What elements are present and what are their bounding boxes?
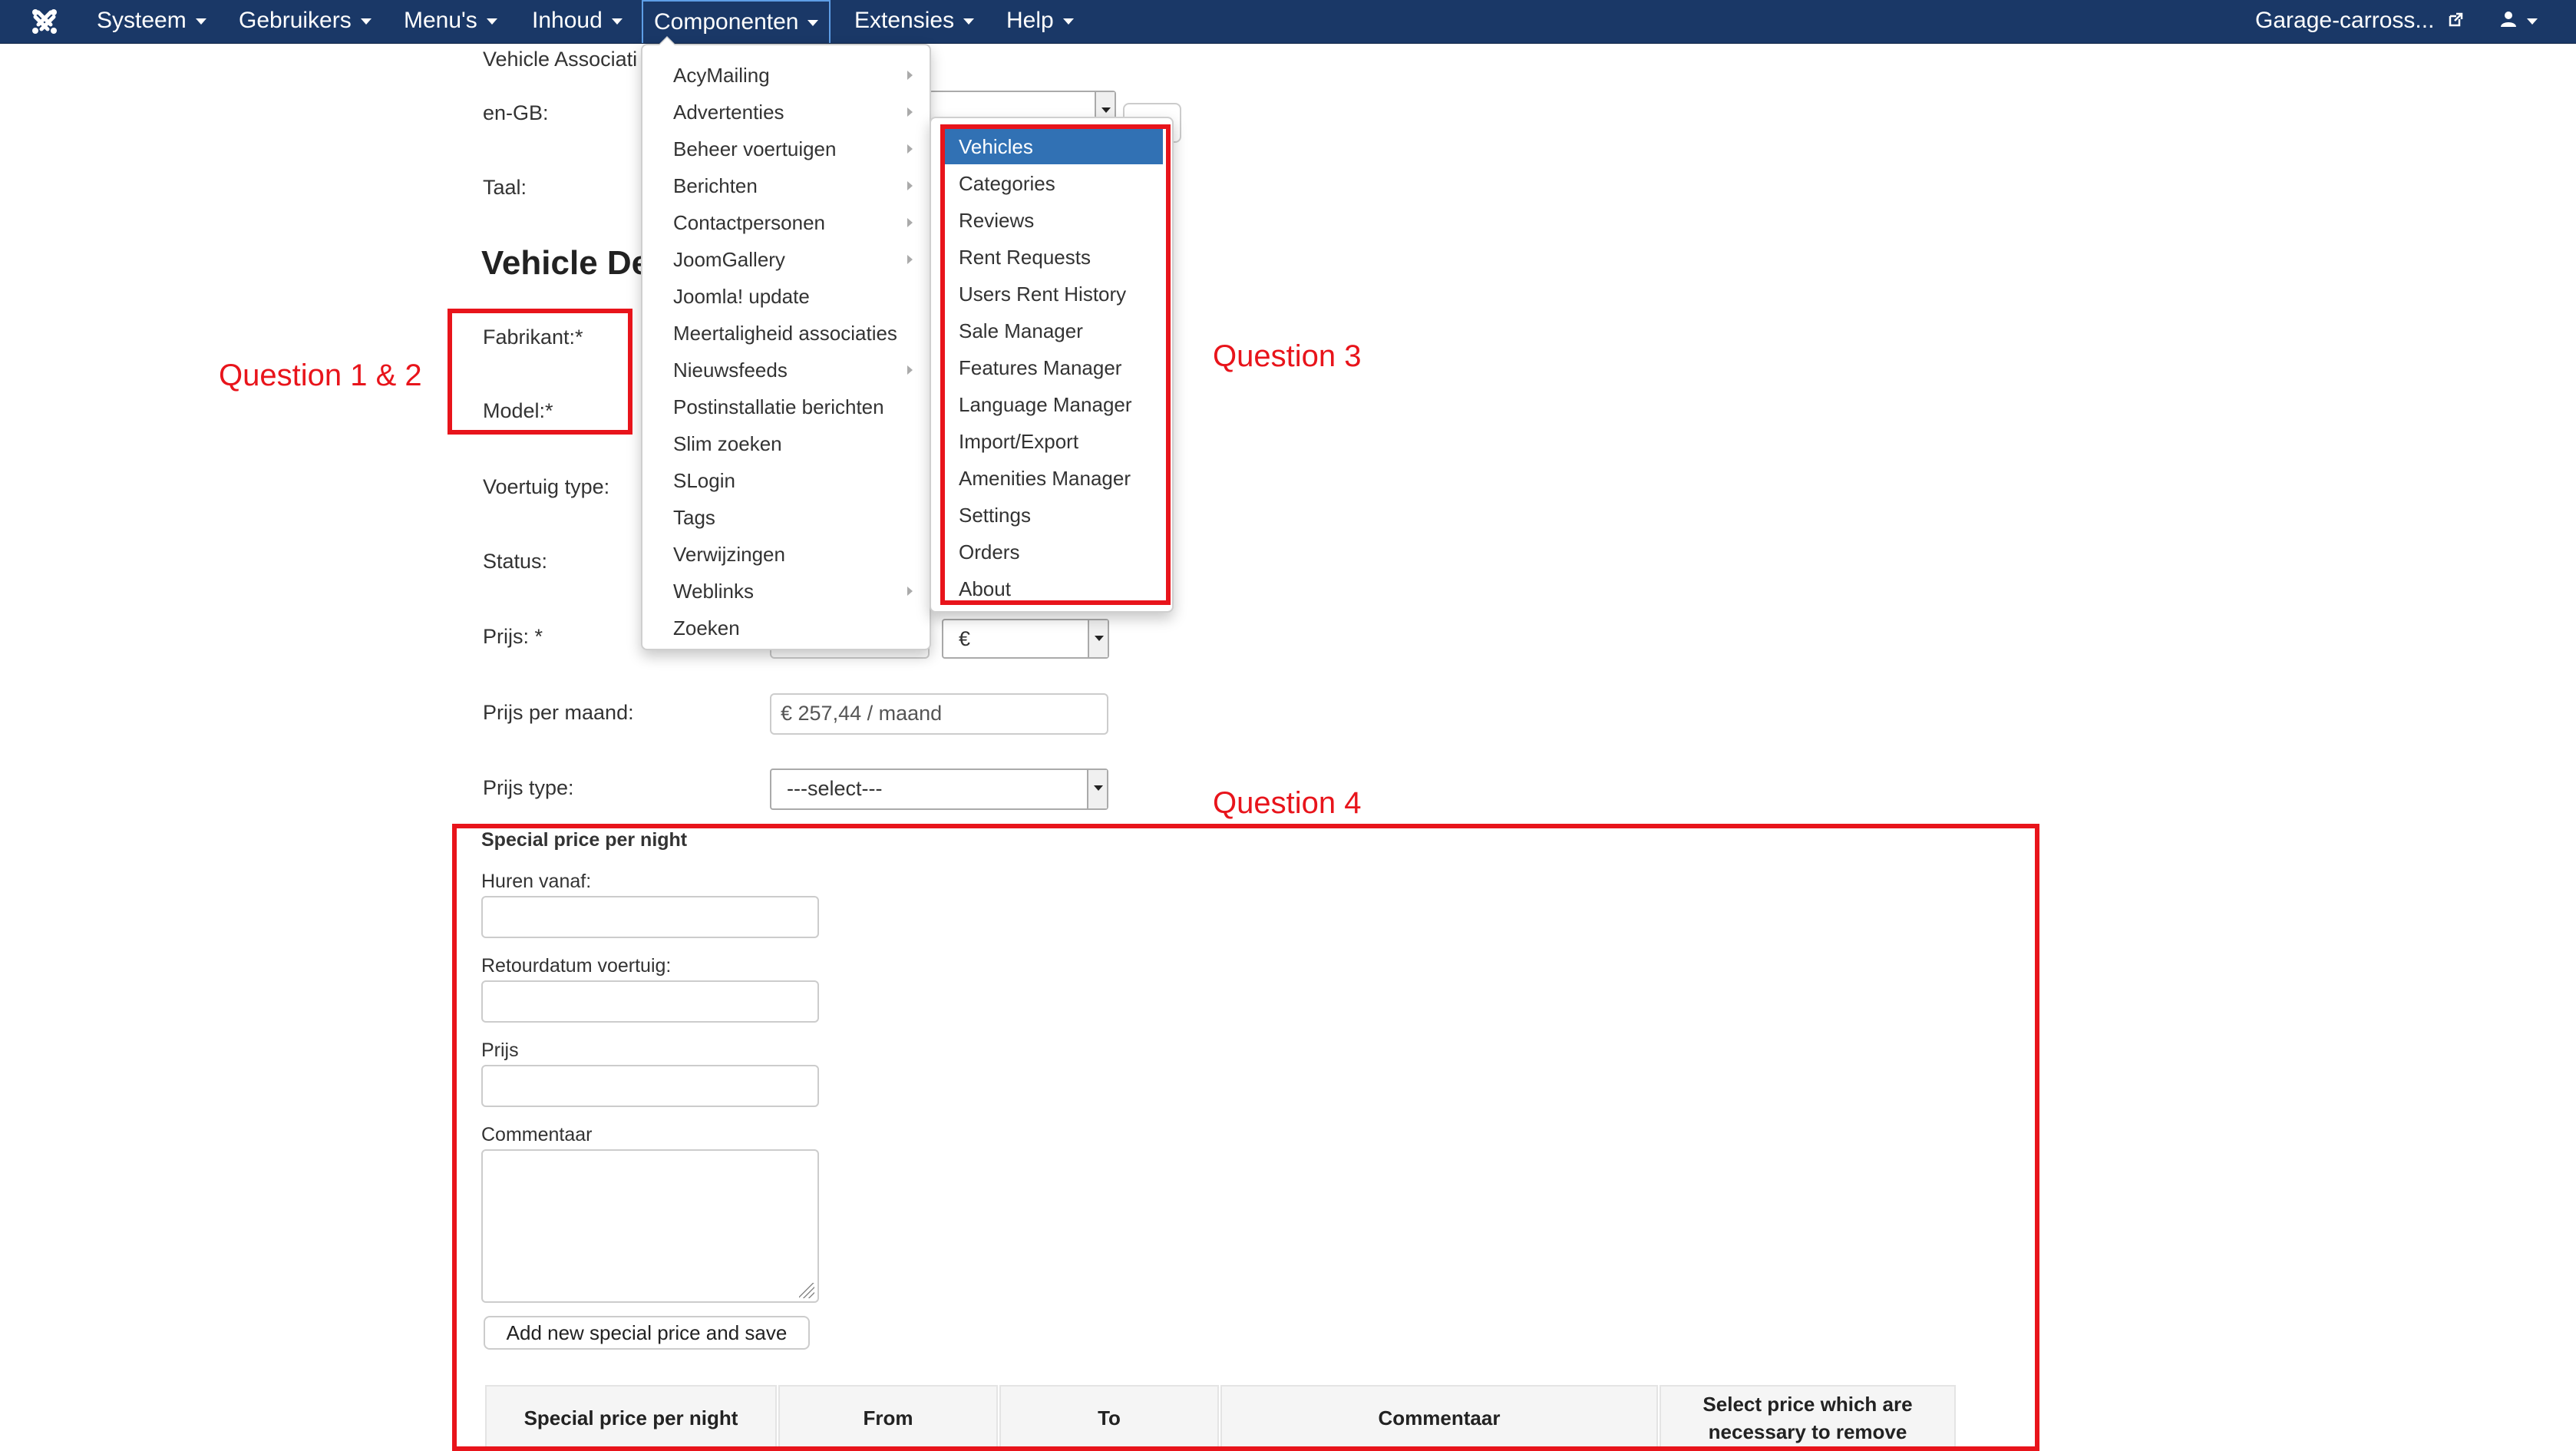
- componenten-item-tags[interactable]: Tags: [642, 500, 930, 535]
- chevron-right-icon: [907, 218, 913, 227]
- prijs-type-value: ---select---: [787, 777, 883, 800]
- componenten-item-contactpersonen[interactable]: Contactpersonen: [642, 205, 930, 240]
- nav-menu-label: Systeem: [97, 8, 187, 33]
- menu-item-label: Joomla! update: [673, 285, 810, 308]
- componenten-item-beheer-voertuigen[interactable]: Beheer voertuigen: [642, 131, 930, 167]
- menu-item-label: Slim zoeken: [673, 432, 782, 455]
- chevron-right-icon: [907, 365, 913, 375]
- chevron-right-icon: [907, 144, 913, 154]
- annotation-q4: Question 4: [1213, 786, 1362, 820]
- prijs-type-label: Prijs type:: [483, 776, 574, 799]
- menu-item-label: Nieuwsfeeds: [673, 359, 788, 382]
- joomla-logo-icon[interactable]: [29, 6, 60, 37]
- nav-menu-label: Inhoud: [532, 8, 603, 33]
- annotation-box-q3: [940, 124, 1171, 605]
- annotation-q3: Question 3: [1213, 339, 1362, 373]
- caret-down-icon: [963, 18, 975, 25]
- menu-item-label: Berichten: [673, 174, 758, 197]
- componenten-item-zoeken[interactable]: Zoeken: [642, 610, 930, 646]
- componenten-item-weblinks[interactable]: Weblinks: [642, 573, 930, 609]
- dropdown-arrow-icon: [1088, 620, 1108, 657]
- componenten-item-slogin[interactable]: SLogin: [642, 463, 930, 498]
- chevron-right-icon: [907, 71, 913, 80]
- menu-item-label: Verwijzingen: [673, 543, 785, 566]
- caret-down-icon: [2527, 18, 2538, 25]
- chevron-right-icon: [907, 181, 913, 190]
- external-link-icon: [2447, 1, 2464, 42]
- prijs-type-select[interactable]: ---select---: [770, 768, 1108, 810]
- nav-menu-label: Extensies: [854, 8, 955, 33]
- caret-down-icon: [360, 18, 372, 25]
- nav-menu-label: Help: [1006, 8, 1054, 33]
- prijs-per-maand-value: € 257,44 / maand: [781, 702, 943, 725]
- menu-item-label: SLogin: [673, 469, 735, 492]
- nav-menu-help[interactable]: Help: [1006, 0, 1074, 43]
- prijs-label: Prijs: *: [483, 625, 543, 648]
- nav-menu-gebruikers[interactable]: Gebruikers: [239, 0, 372, 43]
- menu-notch: [658, 36, 676, 45]
- prijs-per-maand-field: € 257,44 / maand: [770, 693, 1108, 735]
- menu-item-label: Beheer voertuigen: [673, 137, 837, 160]
- chevron-right-icon: [907, 107, 913, 117]
- nav-menu-label: Gebruikers: [239, 8, 352, 33]
- componenten-item-meertaligheid-associaties[interactable]: Meertaligheid associaties: [642, 316, 930, 351]
- status-label: Status:: [483, 550, 548, 573]
- site-link[interactable]: Garage-carross...: [2255, 0, 2464, 43]
- componenten-item-joomgallery[interactable]: JoomGallery: [642, 242, 930, 277]
- nav-menu-systeem[interactable]: Systeem: [97, 0, 206, 43]
- nav-menu-label: Menu's: [404, 8, 477, 33]
- caret-down-icon: [195, 18, 206, 25]
- nav-menu-label: Componenten: [654, 9, 799, 35]
- caret-down-icon: [1062, 18, 1074, 25]
- menu-item-label: Tags: [673, 506, 715, 529]
- chevron-right-icon: [907, 255, 913, 264]
- site-link-label: Garage-carross...: [2255, 8, 2435, 33]
- componenten-dropdown: AcyMailing Advertenties Beheer voertuigen B…: [641, 36, 931, 650]
- taal-label: Taal:: [483, 176, 527, 199]
- menu-item-label: Contactpersonen: [673, 211, 826, 234]
- menu-item-label: Zoeken: [673, 616, 740, 640]
- user-icon: [2499, 1, 2518, 42]
- componenten-item-joomla-update[interactable]: Joomla! update: [642, 279, 930, 314]
- currency-select[interactable]: €: [942, 619, 1109, 659]
- voertuig-type-label: Voertuig type:: [483, 475, 610, 498]
- componenten-item-advertenties[interactable]: Advertenties: [642, 94, 930, 130]
- caret-down-icon: [807, 20, 819, 27]
- top-navbar: Systeem Gebruikers Menu's Inhoud Compone…: [0, 0, 2576, 44]
- vehicle-associations-label: Vehicle Associati: [483, 48, 638, 71]
- componenten-item-verwijzingen[interactable]: Verwijzingen: [642, 537, 930, 572]
- dropdown-arrow-icon: [1087, 770, 1107, 808]
- user-menu[interactable]: [2499, 0, 2538, 43]
- currency-value: €: [959, 627, 971, 650]
- annotation-q12: Question 1 & 2: [219, 359, 422, 392]
- componenten-item-postinstallatie-berichten[interactable]: Postinstallatie berichten: [642, 389, 930, 425]
- menu-item-label: Weblinks: [673, 580, 755, 603]
- caret-down-icon: [486, 18, 497, 25]
- section-title: Vehicle De: [481, 244, 651, 282]
- menu-item-label: JoomGallery: [673, 248, 785, 271]
- componenten-item-slim-zoeken[interactable]: Slim zoeken: [642, 426, 930, 461]
- chevron-right-icon: [907, 587, 913, 596]
- nav-menu-inhoud[interactable]: Inhoud: [532, 0, 623, 43]
- menu-item-label: Advertenties: [673, 101, 784, 124]
- annotation-box-q4: [452, 824, 2039, 1451]
- menu-item-label: AcyMailing: [673, 64, 770, 87]
- prijs-per-maand-label: Prijs per maand:: [483, 701, 634, 724]
- en-gb-label: en-GB:: [483, 101, 549, 124]
- caret-down-icon: [611, 18, 623, 25]
- menu-item-label: Meertaligheid associaties: [673, 322, 897, 345]
- annotation-box-q12: [447, 309, 632, 435]
- menu-item-label: Postinstallatie berichten: [673, 395, 884, 418]
- componenten-item-acymailing[interactable]: AcyMailing: [642, 58, 930, 93]
- componenten-item-berichten[interactable]: Berichten: [642, 168, 930, 203]
- componenten-item-nieuwsfeeds[interactable]: Nieuwsfeeds: [642, 352, 930, 388]
- nav-menu-menus[interactable]: Menu's: [404, 0, 497, 43]
- nav-menu-extensies[interactable]: Extensies: [854, 0, 975, 43]
